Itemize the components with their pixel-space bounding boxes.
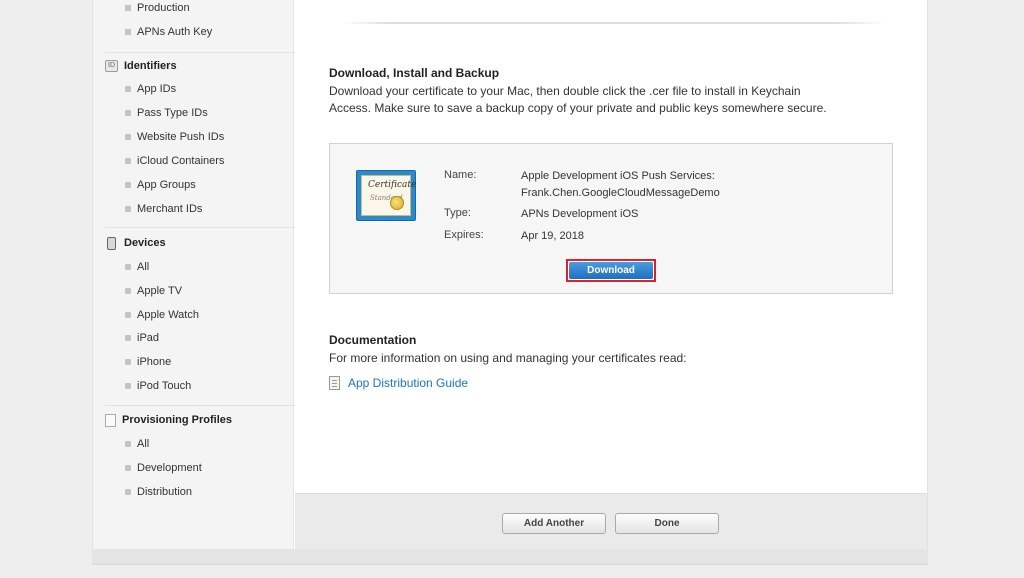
sidebar-item-pass-type-ids[interactable]: Pass Type IDs [125, 105, 208, 121]
add-another-button[interactable]: Add Another [502, 513, 606, 534]
sidebar-item-label: Production [137, 2, 190, 14]
bullet-icon [125, 264, 131, 270]
download-instructions-line-1: Download your certificate to your Mac, t… [329, 84, 801, 98]
section-title: Identifiers [124, 60, 177, 72]
sidebar-item-development[interactable]: Development [125, 460, 202, 476]
section-provisioning-profiles[interactable]: Provisioning Profiles [105, 411, 232, 429]
sidebar-item-app-groups[interactable]: App Groups [125, 177, 196, 193]
bullet-icon [125, 465, 131, 471]
certificate-paper: Certificate Standard [361, 175, 416, 216]
sidebar-item-ipod-touch[interactable]: iPod Touch [125, 378, 191, 394]
sidebar-item-profiles-all[interactable]: All [125, 436, 149, 452]
sidebar-item-label: APNs Auth Key [137, 26, 213, 38]
sidebar: Production APNs Auth Key ID Identifiers A… [93, 0, 380, 549]
certificate-icon-title: Certificate [368, 180, 417, 190]
sidebar-item-label: iPod Touch [137, 380, 192, 392]
seal-icon [390, 196, 404, 210]
sidebar-item-apns-auth-key[interactable]: APNs Auth Key [125, 24, 212, 40]
sidebar-item-label: Distribution [137, 486, 193, 498]
divider [340, 22, 885, 24]
phone-icon [107, 236, 116, 250]
footer-bar [295, 493, 927, 549]
bullet-icon [125, 134, 131, 140]
section-title: Devices [124, 237, 166, 249]
sidebar-item-distribution[interactable]: Distribution [125, 484, 192, 500]
sidebar-item-website-push-ids[interactable]: Website Push IDs [125, 129, 224, 145]
sidebar-item-label: All [137, 438, 150, 450]
sidebar-item-label: Website Push IDs [137, 131, 225, 143]
documentation-text: For more information on using and managi… [329, 351, 687, 365]
bullet-icon [125, 206, 131, 212]
bullet-icon [125, 110, 131, 116]
certificate-icon: Certificate Standard [356, 170, 416, 221]
sidebar-item-label: iPhone [137, 356, 172, 368]
sidebar-item-apple-watch[interactable]: Apple Watch [125, 307, 199, 323]
download-button-label: Download [569, 262, 653, 279]
sidebar-item-label: iPad [137, 332, 160, 344]
app-distribution-guide-link[interactable]: App Distribution Guide [329, 376, 468, 390]
bullet-icon [125, 5, 131, 11]
bullet-icon [125, 441, 131, 447]
expires-value: Apr 19, 2018 [521, 230, 584, 242]
sidebar-item-ipad[interactable]: iPad [125, 330, 159, 346]
bullet-icon [125, 182, 131, 188]
done-button[interactable]: Done [615, 513, 719, 534]
bullet-icon [125, 29, 131, 35]
sidebar-item-apple-tv[interactable]: Apple TV [125, 283, 182, 299]
type-value: APNs Development iOS [521, 208, 639, 220]
sidebar-item-icloud-containers[interactable]: iCloud Containers [125, 153, 224, 169]
bullet-icon [125, 312, 131, 318]
bullet-icon [125, 359, 131, 365]
sidebar-item-label: Merchant IDs [137, 203, 203, 215]
download-button[interactable]: Download [566, 259, 656, 282]
name-value-line-2: Frank.Chen.GoogleCloudMessageDemo [521, 187, 720, 199]
section-devices[interactable]: Devices [105, 234, 166, 252]
bullet-icon [125, 288, 131, 294]
bullet-icon [125, 383, 131, 389]
sidebar-item-label: Apple TV [137, 285, 183, 297]
sidebar-item-label: Pass Type IDs [137, 107, 208, 119]
frame-bottom-edge [92, 549, 928, 565]
sidebar-item-label: iCloud Containers [137, 155, 225, 167]
id-card-icon: ID [105, 60, 118, 72]
sidebar-item-app-ids[interactable]: App IDs [125, 81, 176, 97]
sidebar-item-iphone[interactable]: iPhone [125, 354, 171, 370]
documentation-title: Documentation [329, 333, 417, 347]
sidebar-item-label: Apple Watch [137, 309, 199, 321]
sidebar-item-devices-all[interactable]: All [125, 259, 149, 275]
download-section-title: Download, Install and Backup [329, 66, 500, 80]
sidebar-item-label: App IDs [137, 83, 177, 95]
sidebar-item-merchant-ids[interactable]: Merchant IDs [125, 201, 202, 217]
bullet-icon [125, 158, 131, 164]
link-label: App Distribution Guide [348, 376, 469, 390]
document-icon [105, 413, 116, 427]
bullet-icon [125, 86, 131, 92]
expires-label: Expires: [444, 229, 484, 241]
sidebar-item-label: Development [137, 462, 202, 474]
type-label: Type: [444, 207, 471, 219]
sidebar-item-production[interactable]: Production [125, 0, 190, 16]
download-instructions-line-2: Access. Make sure to save a backup copy … [329, 101, 827, 115]
bullet-icon [125, 489, 131, 495]
sidebar-item-label: App Groups [137, 179, 196, 191]
name-label: Name: [444, 169, 477, 181]
name-value-line-1: Apple Development iOS Push Services: [521, 170, 715, 182]
section-title: Provisioning Profiles [122, 414, 233, 426]
section-identifiers[interactable]: ID Identifiers [105, 57, 177, 75]
sidebar-item-label: All [137, 261, 150, 273]
document-icon [329, 376, 340, 390]
bullet-icon [125, 335, 131, 341]
